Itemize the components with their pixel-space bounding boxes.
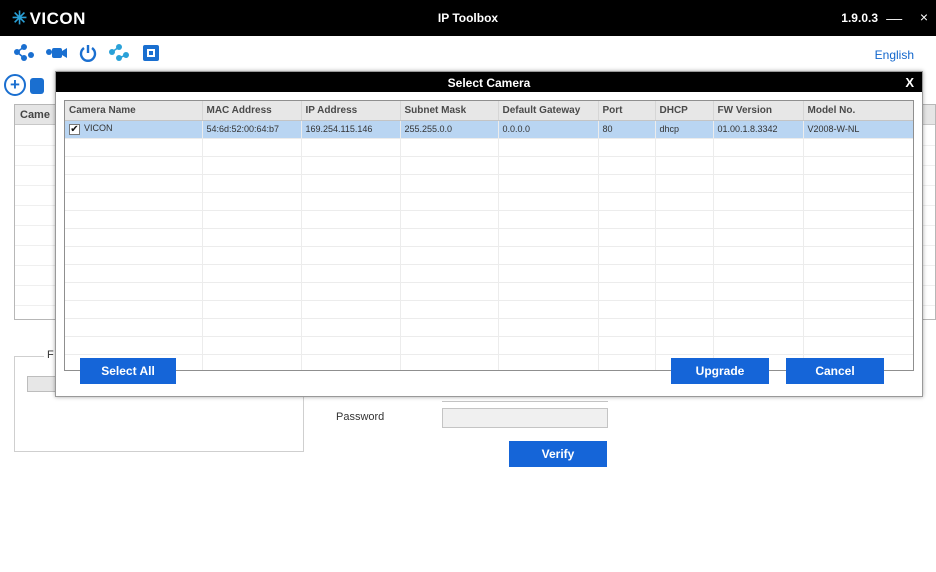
- version-label: 1.9.0.3: [841, 11, 878, 25]
- cell-model: V2008-W-NL: [803, 120, 913, 139]
- dialog-title-bar: Select Camera X: [56, 72, 922, 92]
- col-default-gateway[interactable]: Default Gateway: [498, 101, 599, 121]
- select-all-button[interactable]: Select All: [80, 358, 176, 384]
- col-dhcp[interactable]: DHCP: [655, 101, 714, 121]
- grid-header-row: Camera Name MAC Address IP Address Subne…: [65, 101, 913, 121]
- camera-grid: Camera Name MAC Address IP Address Subne…: [64, 100, 914, 371]
- title-bar: ✳ VICON IP Toolbox 1.9.0.3 __ ×: [0, 0, 936, 36]
- power-icon[interactable]: [76, 43, 100, 63]
- row-checkbox[interactable]: ✔: [69, 123, 80, 135]
- language-link[interactable]: English: [875, 48, 914, 62]
- cell-ip: 169.254.115.146: [301, 120, 401, 139]
- empty-row: [65, 174, 913, 193]
- device-icon[interactable]: [30, 78, 44, 94]
- empty-row: [65, 318, 913, 337]
- empty-row: [65, 300, 913, 319]
- dialog-title: Select Camera: [447, 76, 531, 90]
- camera-name-text: VICON: [84, 123, 113, 134]
- cell-dhcp: dhcp: [655, 120, 714, 139]
- cell-subnet: 255.255.0.0: [400, 120, 499, 139]
- empty-row: [65, 246, 913, 265]
- cell-port: 80: [598, 120, 656, 139]
- firmware-icon[interactable]: [139, 43, 163, 63]
- col-fw-version[interactable]: FW Version: [713, 101, 804, 121]
- col-model-no[interactable]: Model No.: [803, 101, 913, 121]
- cell-camera-name: ✔ VICON: [65, 120, 203, 139]
- col-ip-address[interactable]: IP Address: [301, 101, 401, 121]
- cell-mac: 54:6d:52:00:64:b7: [202, 120, 302, 139]
- empty-row: [65, 336, 913, 355]
- camera-icon[interactable]: [44, 43, 68, 63]
- minimize-button[interactable]: __: [886, 4, 902, 20]
- col-mac-address[interactable]: MAC Address: [202, 101, 302, 121]
- empty-row: [65, 156, 913, 175]
- empty-row: [65, 192, 913, 211]
- password-field[interactable]: [442, 408, 608, 428]
- device-discovery-icon[interactable]: [12, 43, 36, 63]
- cell-fw: 01.00.1.8.3342: [713, 120, 804, 139]
- empty-row: [65, 282, 913, 301]
- table-row[interactable]: ✔ VICON 54:6d:52:00:64:b7 169.254.115.146…: [65, 120, 913, 139]
- password-label: Password: [336, 411, 385, 423]
- upgrade-button[interactable]: Upgrade: [671, 358, 769, 384]
- app-title: IP Toolbox: [437, 11, 499, 25]
- cell-gateway: 0.0.0.0: [498, 120, 599, 139]
- ip-toolbox-app: ✳ VICON IP Toolbox 1.9.0.3 __ × English …: [0, 0, 936, 572]
- empty-row: [65, 228, 913, 247]
- add-icon[interactable]: +: [4, 74, 26, 96]
- col-port[interactable]: Port: [598, 101, 656, 121]
- dialog-close-button[interactable]: X: [905, 75, 914, 90]
- select-camera-dialog: Select Camera X Camera Name MAC Address …: [55, 71, 923, 397]
- col-camera-name[interactable]: Camera Name: [65, 101, 203, 121]
- empty-row: [65, 210, 913, 229]
- network-icon[interactable]: [107, 43, 131, 63]
- empty-row: [65, 138, 913, 157]
- col-subnet-mask[interactable]: Subnet Mask: [400, 101, 499, 121]
- empty-row: [65, 264, 913, 283]
- toolbar: English: [0, 36, 936, 70]
- cancel-button[interactable]: Cancel: [786, 358, 884, 384]
- close-window-button[interactable]: ×: [920, 9, 928, 25]
- verify-button[interactable]: Verify: [509, 441, 607, 467]
